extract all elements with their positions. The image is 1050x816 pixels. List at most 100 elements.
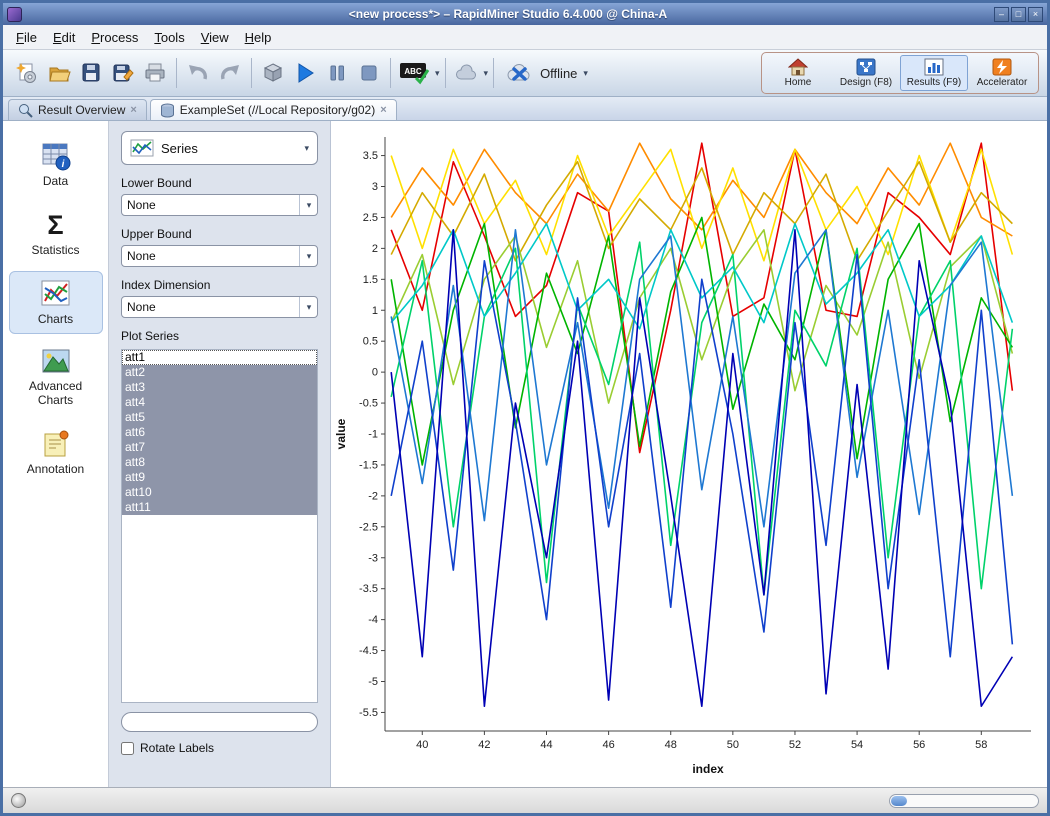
svg-text:46: 46 bbox=[602, 739, 614, 751]
export-button[interactable] bbox=[139, 57, 171, 89]
menu-file[interactable]: File bbox=[9, 27, 44, 48]
plot-series-item[interactable]: att6 bbox=[122, 425, 317, 440]
sigma-icon: Σ bbox=[47, 210, 64, 240]
cloud-caret-icon[interactable]: ▾ bbox=[484, 68, 489, 79]
index-dimension-label: Index Dimension bbox=[121, 278, 211, 292]
series-filter-input[interactable] bbox=[121, 712, 318, 732]
sidebar-item-statistics[interactable]: Σ Statistics bbox=[9, 202, 103, 265]
toolbar-separator bbox=[251, 58, 252, 88]
memory-gauge[interactable] bbox=[889, 793, 1039, 808]
perspective-label: Design (F8) bbox=[839, 77, 893, 88]
menu-edit[interactable]: Edit bbox=[46, 27, 82, 48]
toolbar-separator bbox=[444, 58, 446, 88]
menu-view[interactable]: View bbox=[194, 27, 236, 48]
save-as-icon bbox=[113, 64, 134, 82]
svg-text:-4: -4 bbox=[368, 614, 378, 626]
tab-result-overview[interactable]: Result Overview × bbox=[8, 99, 147, 120]
series-chart: 3.5 3 2.5 2 1.5 1 0.5 0 -0.5 -1 -1.5 -2 -2.5 -3 -3.5 -4… bbox=[334, 137, 1031, 776]
lower-bound-combobox[interactable]: None ▾ bbox=[121, 194, 318, 216]
open-button[interactable] bbox=[43, 57, 75, 89]
plot-series-item[interactable]: att11 bbox=[122, 500, 317, 515]
result-overview-icon bbox=[19, 103, 33, 118]
maximize-button[interactable]: □ bbox=[1011, 6, 1026, 22]
offline-caret-icon: ▾ bbox=[583, 67, 588, 78]
chart-type-caret-icon: ▾ bbox=[304, 142, 309, 153]
perspective-home-button[interactable]: Home bbox=[764, 55, 832, 91]
plot-series-item[interactable]: att9 bbox=[122, 470, 317, 485]
index-dimension-combobox[interactable]: None ▾ bbox=[121, 296, 318, 318]
chart-type-combobox[interactable]: Series ▾ bbox=[121, 131, 318, 165]
validate-caret-icon[interactable]: ▾ bbox=[435, 68, 440, 79]
accelerator-icon bbox=[992, 58, 1012, 76]
svg-text:44: 44 bbox=[540, 739, 552, 751]
sidebar-item-charts[interactable]: Charts bbox=[8, 271, 103, 334]
plot-series-item[interactable]: att7 bbox=[122, 440, 317, 455]
plot-series-item[interactable]: att8 bbox=[122, 455, 317, 470]
plot-series-item[interactable]: att3 bbox=[122, 380, 317, 395]
plot-series-item[interactable]: att1 bbox=[122, 350, 317, 365]
toolbar-separator bbox=[493, 58, 495, 88]
tab-exampleset[interactable]: ExampleSet (//Local Repository/g02) × bbox=[149, 99, 397, 120]
series-chart-type-icon bbox=[130, 139, 154, 157]
pause-button[interactable] bbox=[321, 57, 353, 89]
menu-process[interactable]: Process bbox=[84, 27, 145, 48]
run-button[interactable] bbox=[289, 57, 321, 89]
results-icon bbox=[924, 58, 944, 76]
sidebar-item-advanced-charts[interactable]: Advanced Charts bbox=[9, 340, 103, 415]
validate-button[interactable]: ABC bbox=[396, 57, 434, 89]
new-process-button[interactable] bbox=[11, 57, 43, 89]
lower-bound-value: None bbox=[127, 198, 156, 212]
cloud-run-button[interactable] bbox=[451, 57, 483, 89]
upper-bound-combobox[interactable]: None ▾ bbox=[121, 245, 318, 267]
chart-config-panel: Series ▾ Lower Bound None ▾ Upper Bound … bbox=[109, 121, 331, 787]
menu-help[interactable]: Help bbox=[238, 27, 279, 48]
undo-button[interactable] bbox=[182, 57, 214, 89]
connection-status-button[interactable]: Offline ▾ bbox=[505, 61, 588, 85]
tab-close-icon[interactable]: × bbox=[380, 104, 386, 116]
perspective-results-button[interactable]: Results (F9) bbox=[900, 55, 968, 91]
svg-text:1: 1 bbox=[372, 305, 378, 317]
perspective-toolbar: Home Design (F8) Results (F9) Accelerato… bbox=[761, 52, 1039, 94]
status-bar bbox=[3, 787, 1047, 813]
chart-panel: 3.5 3 2.5 2 1.5 1 0.5 0 -0.5 -1 -1.5 -2 -2.5 -3 -3.5 -4… bbox=[331, 121, 1047, 787]
plot-series-item[interactable]: att10 bbox=[122, 485, 317, 500]
plot-series-item[interactable]: att4 bbox=[122, 395, 317, 410]
menu-tools[interactable]: Tools bbox=[147, 27, 191, 48]
plot-series-listbox[interactable]: att1 att2 att3 att4 att5 att6 att7 att8 … bbox=[121, 349, 318, 703]
chart-type-value: Series bbox=[161, 140, 198, 156]
minimize-button[interactable]: – bbox=[994, 6, 1009, 22]
plot-series-item[interactable]: att2 bbox=[122, 365, 317, 380]
svg-text:-2: -2 bbox=[368, 490, 378, 502]
sidebar-item-data[interactable]: i Data bbox=[9, 133, 103, 196]
save-button[interactable] bbox=[75, 57, 107, 89]
home-icon bbox=[788, 58, 808, 76]
rotate-labels-checkbox[interactable] bbox=[121, 741, 134, 755]
result-tab-bar: Result Overview × ExampleSet (//Local Re… bbox=[3, 97, 1047, 121]
svg-text:index: index bbox=[692, 762, 724, 776]
perspective-accelerator-button[interactable]: Accelerator bbox=[968, 55, 1036, 91]
tab-close-icon[interactable]: × bbox=[130, 104, 136, 116]
stop-button[interactable] bbox=[353, 57, 385, 89]
pause-icon bbox=[330, 65, 344, 81]
perspective-design-button[interactable]: Design (F8) bbox=[832, 55, 900, 91]
save-as-button[interactable] bbox=[107, 57, 139, 89]
undo-icon bbox=[189, 65, 208, 80]
exampleset-icon bbox=[160, 103, 174, 117]
offline-label: Offline bbox=[540, 65, 578, 81]
svg-text:0: 0 bbox=[372, 367, 378, 379]
sidebar-item-annotation[interactable]: Annotation bbox=[9, 421, 103, 484]
redo-button[interactable] bbox=[214, 57, 246, 89]
svg-text:3: 3 bbox=[372, 181, 378, 193]
close-button[interactable]: × bbox=[1028, 6, 1043, 22]
cloud-icon bbox=[455, 64, 476, 80]
sidebar-label: Advanced Charts bbox=[28, 379, 83, 407]
memory-used-bar bbox=[891, 795, 907, 806]
menu-bar: File Edit Process Tools View Help bbox=[3, 25, 1047, 50]
plot-series-item[interactable]: att5 bbox=[122, 410, 317, 425]
new-process-icon bbox=[16, 63, 36, 83]
svg-text:value: value bbox=[334, 418, 348, 449]
export-image-button[interactable] bbox=[257, 57, 289, 89]
svg-text:1.5: 1.5 bbox=[363, 274, 378, 286]
svg-text:-1: -1 bbox=[368, 429, 378, 441]
cube-icon bbox=[263, 63, 283, 82]
